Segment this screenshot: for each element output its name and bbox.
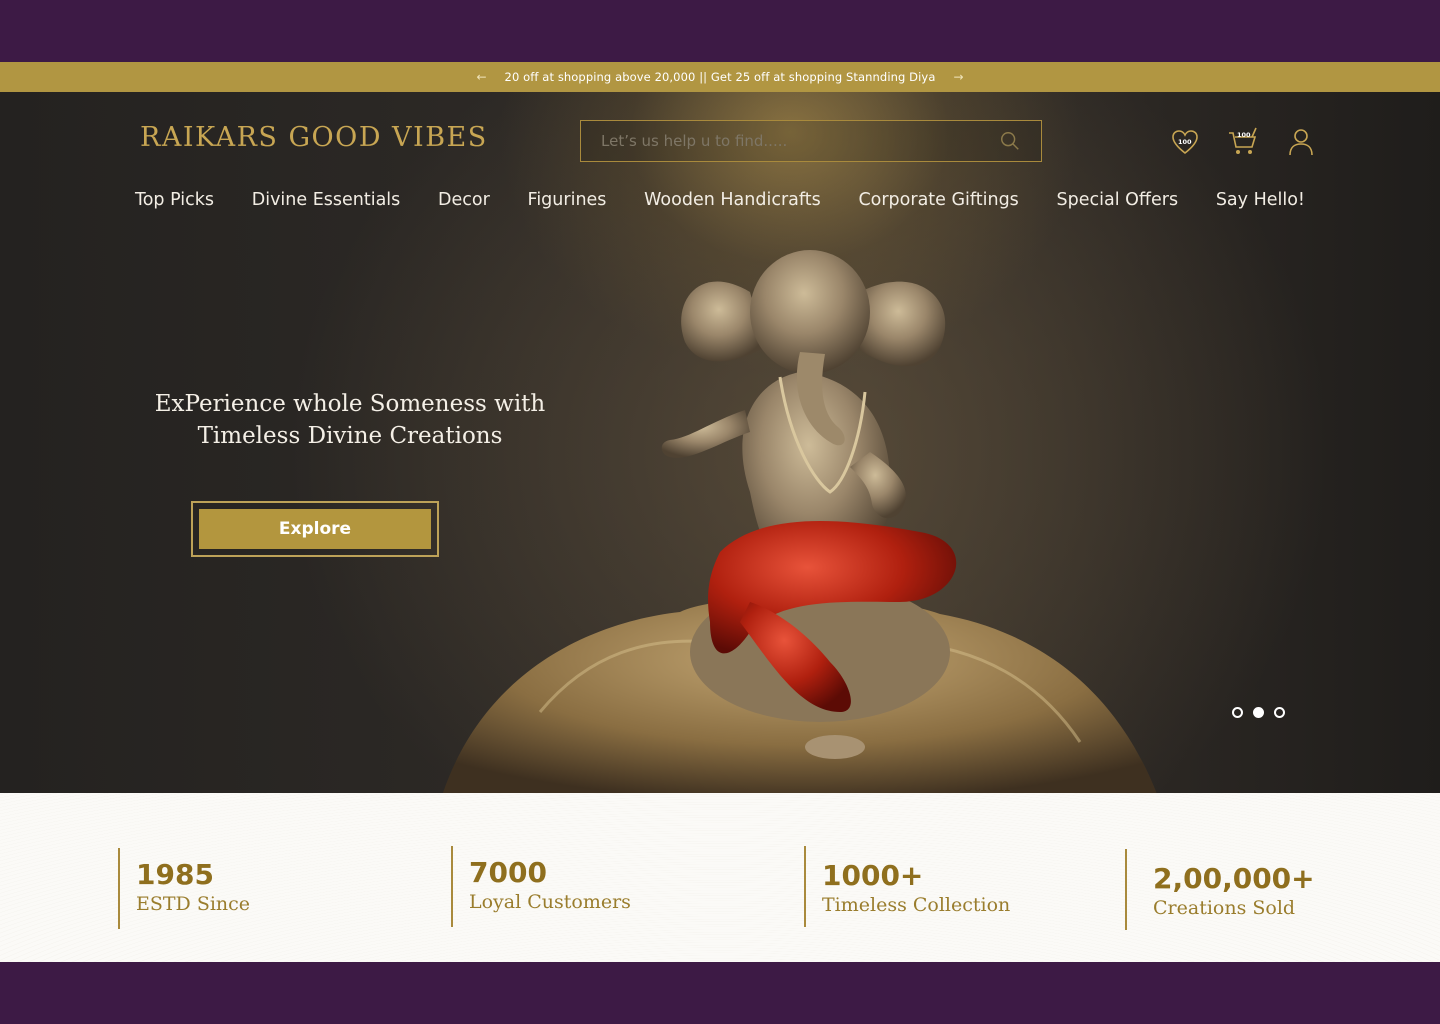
carousel-dot-3[interactable]: [1274, 707, 1285, 718]
stat-value: 7000: [469, 856, 547, 889]
page-frame-bottom: [0, 962, 1440, 1024]
stat-value: 1985: [136, 858, 214, 891]
hero-tagline: ExPerience whole Someness with Timeless …: [140, 388, 560, 452]
user-icon: [1289, 129, 1313, 156]
explore-button[interactable]: Explore: [199, 509, 431, 549]
promo-text: 20 off at shopping above 20,000 || Get 2…: [504, 70, 936, 84]
carousel-dot-2[interactable]: [1253, 707, 1264, 718]
hero-section: RAIKARS GOOD VIBES 100 100: [0, 92, 1440, 793]
ganesha-statue-image: [443, 250, 1157, 793]
stat-label: ESTD Since: [136, 893, 251, 915]
stat-value: 2,00,000+: [1153, 862, 1315, 895]
search-bar[interactable]: [580, 120, 1042, 162]
search-input[interactable]: [601, 132, 999, 150]
page-frame-top: [0, 0, 1440, 62]
stat-item: 2,00,000+ Creations Sold: [1125, 849, 1315, 930]
nav-item-divine-essentials[interactable]: Divine Essentials: [252, 190, 401, 210]
main-nav: Top Picks Divine Essentials Decor Figuri…: [135, 190, 1305, 210]
header-actions: 100 100: [1168, 125, 1318, 159]
hero-tagline-line1: ExPerience whole Someness with: [154, 391, 546, 417]
cart-button[interactable]: 100: [1226, 125, 1260, 159]
stat-label: Loyal Customers: [469, 891, 631, 913]
stat-label: Timeless Collection: [822, 894, 1011, 916]
stat-item: 1000+ Timeless Collection: [804, 846, 1010, 927]
nav-item-say-hello[interactable]: Say Hello!: [1216, 190, 1305, 210]
nav-item-top-picks[interactable]: Top Picks: [135, 190, 214, 210]
carousel-dots: [1232, 707, 1285, 718]
hero-tagline-line2: Timeless Divine Creations: [197, 423, 503, 449]
stat-value: 1000+: [822, 859, 924, 892]
nav-item-decor[interactable]: Decor: [438, 190, 490, 210]
stat-item: 7000 Loyal Customers: [451, 846, 631, 927]
wishlist-button[interactable]: 100: [1168, 125, 1202, 159]
stat-label: Creations Sold: [1153, 897, 1296, 919]
wishlist-count: 100: [1178, 138, 1192, 146]
brand-logo[interactable]: RAIKARS GOOD VIBES: [140, 122, 488, 153]
carousel-dot-1[interactable]: [1232, 707, 1243, 718]
search-icon[interactable]: [999, 130, 1021, 152]
arrow-right-icon[interactable]: →: [953, 70, 963, 84]
arrow-left-icon[interactable]: ←: [476, 70, 486, 84]
cart-count: 100: [1237, 131, 1251, 139]
nav-item-corporate-giftings[interactable]: Corporate Giftings: [858, 190, 1018, 210]
nav-item-wooden-handicrafts[interactable]: Wooden Handicrafts: [644, 190, 821, 210]
nav-item-special-offers[interactable]: Special Offers: [1057, 190, 1179, 210]
explore-button-frame: Explore: [191, 501, 439, 557]
account-button[interactable]: [1284, 125, 1318, 159]
stat-item: 1985 ESTD Since: [118, 848, 250, 929]
promo-bar: ← 20 off at shopping above 20,000 || Get…: [0, 62, 1440, 92]
stats-section: 1985 ESTD Since 7000 Loyal Customers 100…: [0, 793, 1440, 962]
nav-item-figurines[interactable]: Figurines: [528, 190, 607, 210]
